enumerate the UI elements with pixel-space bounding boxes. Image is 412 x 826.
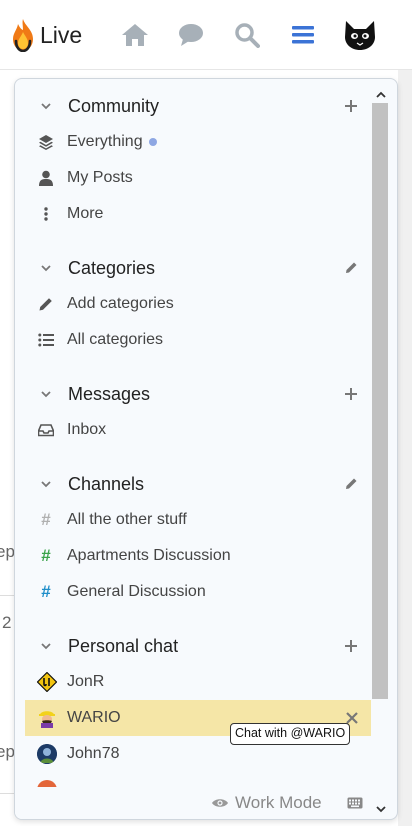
- section-categories-header[interactable]: Categories: [15, 253, 371, 283]
- avatar: [37, 744, 57, 764]
- chat-icon[interactable]: [176, 20, 206, 50]
- hamburger-icon[interactable]: [288, 20, 318, 50]
- plus-icon[interactable]: [343, 386, 359, 402]
- layers-icon: [38, 134, 54, 150]
- section-title: Community: [68, 95, 160, 116]
- top-header: Live: [0, 0, 412, 70]
- background-divider: [0, 793, 14, 794]
- home-icon[interactable]: [120, 20, 150, 50]
- section-personal-chat-header[interactable]: Personal chat: [15, 631, 371, 661]
- section-title: Personal chat: [68, 635, 179, 656]
- chevron-down-icon: [41, 391, 51, 398]
- sidebar-item-label: General Discussion: [67, 583, 206, 600]
- sidebar-item-label: My Posts: [67, 169, 133, 186]
- sidebar-item-label: WARIO: [67, 709, 121, 726]
- sidebar-item-label: All the other stuff: [67, 511, 187, 528]
- hash-icon: #: [41, 546, 51, 565]
- hamburger-menu-panel: Community Everything My Posts More Categ…: [14, 78, 398, 820]
- sidebar-item-label: Everything: [67, 133, 143, 150]
- pencil-icon: [38, 296, 54, 312]
- hash-icon: #: [41, 510, 51, 529]
- site-logo[interactable]: Live: [10, 18, 82, 52]
- work-mode-toggle[interactable]: Work Mode: [211, 793, 322, 813]
- list-icon: [38, 332, 54, 348]
- page-edge: [398, 70, 412, 826]
- sidebar-item-channel-other-stuff[interactable]: # All the other stuff: [25, 502, 371, 538]
- chevron-down-icon: [41, 643, 51, 650]
- plus-icon[interactable]: [343, 638, 359, 654]
- menu-footer: Work Mode: [15, 787, 371, 819]
- inbox-icon: [38, 422, 54, 438]
- background-divider: [0, 595, 14, 596]
- sidebar-item-inbox[interactable]: Inbox: [25, 412, 371, 448]
- scroll-down-icon[interactable]: [375, 803, 387, 815]
- background-text-fragment: ep: [0, 742, 15, 761]
- sidebar-item-label: Apartments Discussion: [67, 547, 231, 564]
- user-icon: [38, 170, 54, 186]
- avatar: [37, 708, 57, 728]
- chevron-down-icon: [41, 103, 51, 110]
- vertical-dots-icon: [38, 206, 54, 222]
- scrollbar[interactable]: [371, 87, 389, 817]
- section-messages-header[interactable]: Messages: [15, 379, 371, 409]
- section-title: Messages: [68, 383, 151, 404]
- sidebar-item-add-categories[interactable]: Add categories: [25, 286, 371, 322]
- scroll-up-icon[interactable]: [375, 89, 387, 101]
- pencil-icon[interactable]: [343, 476, 359, 492]
- scrollbar-thumb[interactable]: [372, 103, 388, 699]
- plus-icon[interactable]: [343, 98, 359, 114]
- work-mode-label: Work Mode: [235, 793, 322, 812]
- unread-dot: [148, 137, 157, 146]
- sidebar-item-more[interactable]: More: [25, 196, 371, 232]
- section-title: Categories: [68, 257, 156, 278]
- sidebar-item-everything[interactable]: Everything: [25, 124, 371, 160]
- sidebar-item-label: All categories: [67, 331, 164, 348]
- pencil-icon[interactable]: [343, 260, 359, 276]
- section-title: Channels: [68, 473, 145, 494]
- sidebar-item-all-categories[interactable]: All categories: [25, 322, 371, 358]
- sidebar-item-label: More: [67, 205, 104, 222]
- sidebar-item-chat-jonr[interactable]: JonR: [25, 664, 371, 700]
- section-community-header[interactable]: Community: [15, 91, 371, 121]
- chevron-down-icon: [41, 265, 51, 272]
- chevron-down-icon: [41, 481, 51, 488]
- sidebar-item-label: Add categories: [67, 295, 174, 312]
- tooltip: Chat with @WARIO: [230, 723, 351, 745]
- section-channels-header[interactable]: Channels: [15, 469, 371, 499]
- sidebar-item-label: John78: [67, 745, 120, 762]
- sidebar-item-label: Inbox: [67, 421, 107, 438]
- sidebar-item-channel-general[interactable]: # General Discussion: [25, 574, 371, 610]
- search-icon[interactable]: [232, 20, 262, 50]
- sidebar-item-channel-apartments[interactable]: # Apartments Discussion: [25, 538, 371, 574]
- sidebar-item-my-posts[interactable]: My Posts: [25, 160, 371, 196]
- brand-name: Live: [40, 21, 83, 48]
- eye-icon: [212, 799, 228, 807]
- sidebar-item-label: JonR: [67, 673, 105, 690]
- avatar: [37, 672, 57, 692]
- keyboard-icon[interactable]: [347, 797, 363, 809]
- flame-logo-icon: [13, 19, 33, 52]
- hash-icon: #: [41, 582, 51, 601]
- background-text-fragment: 2: [2, 613, 12, 632]
- user-avatar-icon[interactable]: [342, 18, 378, 52]
- background-text-fragment: ep: [0, 542, 15, 561]
